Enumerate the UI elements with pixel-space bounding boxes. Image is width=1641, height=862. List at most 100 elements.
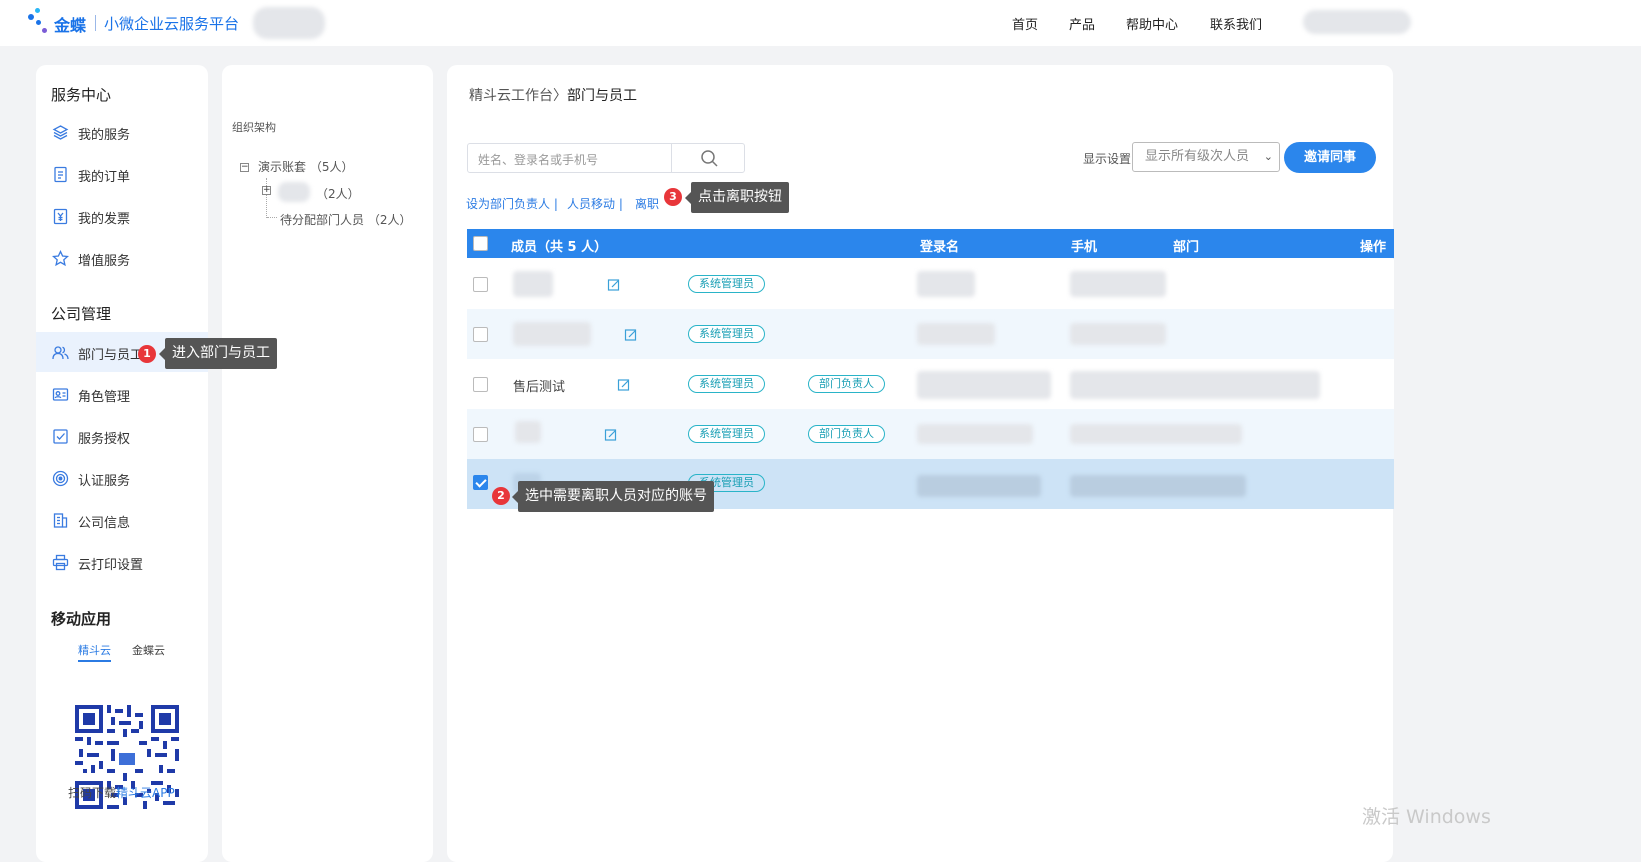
col-dept: 部门 bbox=[1173, 240, 1200, 255]
id-card-icon bbox=[52, 386, 69, 403]
chevron-down-icon: ⌄ bbox=[1263, 150, 1273, 163]
building-icon bbox=[52, 512, 69, 529]
sidebar-item-my-invoices[interactable]: 我的发票 bbox=[36, 196, 208, 236]
sidebar-item-label: 认证服务 bbox=[78, 474, 131, 489]
download-app-link[interactable]: 精斗云APP bbox=[116, 786, 175, 800]
sidebar-item-my-orders[interactable]: 我的订单 bbox=[36, 154, 208, 194]
edit-icon[interactable] bbox=[604, 428, 618, 442]
member-name-blurred bbox=[515, 421, 541, 443]
sidebar-item-label: 增值服务 bbox=[78, 254, 131, 269]
document-icon bbox=[52, 166, 69, 183]
tab-kingdee-cloud[interactable]: 金蝶云 bbox=[132, 642, 165, 658]
org-structure-title: 组织架构 bbox=[232, 121, 276, 134]
search-button[interactable] bbox=[671, 143, 746, 173]
row-checkbox-checked[interactable] bbox=[473, 475, 488, 490]
col-login: 登录名 bbox=[920, 240, 960, 255]
dept-name-blurred[interactable] bbox=[278, 182, 310, 202]
login-blurred bbox=[917, 323, 995, 345]
phone-blurred bbox=[1070, 271, 1166, 297]
tree-line bbox=[267, 217, 277, 218]
expand-icon[interactable]: + bbox=[262, 186, 271, 195]
annotation-step-1: 进入部门与员工 bbox=[159, 338, 277, 369]
kingdee-logo-icon[interactable] bbox=[26, 8, 50, 38]
nav-products[interactable]: 产品 bbox=[1069, 14, 1095, 33]
check-square-icon bbox=[52, 428, 69, 445]
role-tag: 部门负责人 bbox=[808, 425, 885, 443]
breadcrumb-root[interactable]: 精斗云工作台 bbox=[469, 88, 553, 104]
select-all-checkbox[interactable] bbox=[473, 236, 488, 251]
tab-jingdouyun[interactable]: 精斗云 bbox=[78, 642, 111, 662]
phone-blurred bbox=[1070, 323, 1166, 345]
nav-home[interactable]: 首页 bbox=[1012, 14, 1038, 33]
role-tag: 系统管理员 bbox=[688, 275, 765, 293]
collapse-icon[interactable]: − bbox=[240, 163, 249, 172]
sidebar-item-label: 我的服务 bbox=[78, 128, 131, 143]
brand-name[interactable]: 金蝶 bbox=[54, 12, 86, 36]
search-input[interactable]: 姓名、登录名或手机号 bbox=[467, 143, 745, 173]
service-center-title: 服务中心 bbox=[51, 86, 112, 104]
nav-help-center[interactable]: 帮助中心 bbox=[1126, 14, 1178, 33]
move-staff-link[interactable]: 人员移动 | bbox=[567, 195, 623, 212]
table-row[interactable]: 售后测试 系统管理员 部门负责人 bbox=[467, 359, 1394, 409]
role-tag: 部门负责人 bbox=[808, 375, 885, 393]
col-member: 成员（共 5 人） bbox=[511, 240, 608, 255]
sidebar-item-value-added[interactable]: 增值服务 bbox=[36, 238, 208, 278]
sidebar-item-role-management[interactable]: 角色管理 bbox=[36, 374, 208, 414]
search-placeholder: 姓名、登录名或手机号 bbox=[478, 153, 599, 167]
step-badge-2: 2 bbox=[492, 487, 510, 505]
nav-contact-us[interactable]: 联系我们 bbox=[1210, 14, 1262, 33]
edit-icon[interactable] bbox=[624, 328, 638, 342]
row-checkbox[interactable] bbox=[473, 427, 488, 442]
resign-link[interactable]: 离职 bbox=[635, 195, 659, 212]
mobile-app-title: 移动应用 bbox=[51, 610, 112, 628]
col-operation: 操作 bbox=[1360, 240, 1387, 255]
role-tag: 系统管理员 bbox=[688, 425, 765, 443]
edit-icon[interactable] bbox=[617, 378, 631, 392]
sidebar-item-service-authorization[interactable]: 服务授权 bbox=[36, 416, 208, 456]
role-tag: 系统管理员 bbox=[688, 325, 765, 343]
sidebar-item-company-info[interactable]: 公司信息 bbox=[36, 500, 208, 540]
breadcrumb: 精斗云工作台〉部门与员工 bbox=[469, 85, 637, 105]
display-level-select[interactable]: 显示所有级次人员 ⌄ bbox=[1132, 142, 1280, 172]
login-blurred bbox=[917, 475, 1041, 497]
target-icon bbox=[52, 470, 69, 487]
row-checkbox[interactable] bbox=[473, 327, 488, 342]
sidebar-item-cloud-print[interactable]: 云打印设置 bbox=[36, 542, 208, 582]
phone-blurred bbox=[1070, 475, 1246, 497]
company-name-blurred bbox=[253, 7, 325, 39]
download-text: 扫码下载精斗云APP bbox=[68, 784, 175, 801]
tree-node-child-count[interactable]: （2人） bbox=[316, 185, 360, 202]
invoice-icon bbox=[52, 208, 69, 225]
role-tag: 系统管理员 bbox=[688, 375, 765, 393]
phone-blurred bbox=[1070, 424, 1242, 444]
member-name-blurred bbox=[513, 322, 591, 346]
sidebar-item-certification[interactable]: 认证服务 bbox=[36, 458, 208, 498]
edit-icon[interactable] bbox=[607, 278, 621, 292]
display-level-value: 显示所有级次人员 bbox=[1145, 149, 1250, 164]
row-checkbox[interactable] bbox=[473, 277, 488, 292]
tree-node-root[interactable]: 演示账套 （5人） bbox=[258, 158, 353, 175]
tree-node-unassigned[interactable]: 待分配部门人员 （2人） bbox=[280, 211, 411, 228]
col-phone: 手机 bbox=[1071, 240, 1098, 255]
row-checkbox[interactable] bbox=[473, 377, 488, 392]
search-icon bbox=[701, 150, 718, 167]
star-icon bbox=[52, 250, 69, 267]
sidebar-item-label: 云打印设置 bbox=[78, 558, 144, 573]
sidebar: 服务中心 我的服务 我的订单 我的发票 增值服务 公司管理 部门与员工 角色管理… bbox=[36, 65, 208, 862]
sidebar-item-label: 我的发票 bbox=[78, 212, 131, 227]
invite-colleague-button[interactable]: 邀请同事 bbox=[1284, 142, 1376, 173]
table-row[interactable]: 系统管理员 bbox=[467, 259, 1394, 309]
user-account-blurred[interactable] bbox=[1303, 10, 1411, 34]
sidebar-item-label: 部门与员工 bbox=[78, 348, 144, 363]
download-prefix: 扫码下载 bbox=[68, 786, 117, 800]
set-dept-head-link[interactable]: 设为部门负责人 | bbox=[466, 195, 558, 212]
login-blurred bbox=[917, 271, 975, 297]
tree-line bbox=[266, 178, 267, 218]
sidebar-item-my-services[interactable]: 我的服务 bbox=[36, 112, 208, 152]
org-tree-panel: 组织架构 − 演示账套 （5人） + （2人） 待分配部门人员 （2人） bbox=[222, 65, 433, 862]
windows-activation-watermark: 激活 Windows bbox=[1362, 806, 1491, 828]
table-row[interactable]: 系统管理员 bbox=[467, 309, 1394, 359]
member-name-blurred bbox=[513, 271, 553, 297]
sidebar-item-label: 我的订单 bbox=[78, 170, 131, 185]
table-row[interactable]: 系统管理员 部门负责人 bbox=[467, 409, 1394, 459]
